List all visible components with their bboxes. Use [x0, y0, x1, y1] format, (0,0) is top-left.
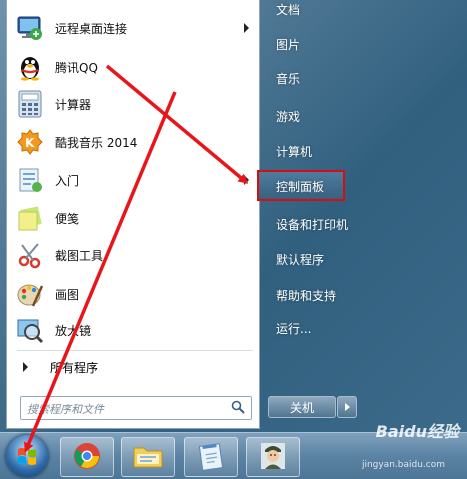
- program-label: 酷我音乐 2014: [55, 135, 138, 150]
- paint-icon: [15, 279, 45, 309]
- taskbar-file-explorer[interactable]: [121, 437, 175, 477]
- taskbar-chrome[interactable]: [60, 437, 114, 477]
- search-icon[interactable]: [231, 400, 245, 417]
- link-computer[interactable]: 计算机: [264, 139, 464, 163]
- link-default-programs[interactable]: 默认程序: [264, 247, 464, 271]
- file-explorer-icon: [132, 442, 164, 473]
- program-getting-started[interactable]: 入门: [7, 162, 259, 198]
- taskbar-avatar-app[interactable]: [246, 437, 300, 477]
- search-placeholder: 搜索程序和文件: [27, 403, 104, 416]
- program-label: 入门: [55, 173, 80, 188]
- link-documents[interactable]: 文档: [264, 0, 464, 21]
- link-pictures[interactable]: 图片: [264, 32, 464, 56]
- character-avatar-icon: [258, 441, 288, 474]
- program-magnifier[interactable]: 放大镜: [7, 312, 259, 348]
- sticky-notes-icon: [15, 203, 45, 233]
- magnifier-icon: [15, 315, 45, 345]
- notepad-icon: [197, 441, 225, 474]
- program-label: 画图: [55, 287, 80, 302]
- start-menu: 远程桌面连接 腾讯QQ 计算器 K 酷我音乐 2014 入门 便笺 截图工具 画…: [0, 0, 467, 432]
- divider: [17, 350, 253, 351]
- program-label: 计算器: [55, 97, 92, 112]
- program-remote-desktop[interactable]: 远程桌面连接: [7, 10, 259, 46]
- programs-pane: 远程桌面连接 腾讯QQ 计算器 K 酷我音乐 2014 入门 便笺 截图工具 画…: [6, 0, 260, 429]
- triangle-right-icon: [23, 362, 28, 372]
- link-run[interactable]: 运行...: [264, 316, 464, 340]
- getting-started-icon: [15, 165, 45, 195]
- search-box[interactable]: 搜索程序和文件: [20, 396, 252, 420]
- link-music[interactable]: 音乐: [264, 66, 464, 90]
- windows-orb-icon[interactable]: [6, 435, 48, 477]
- program-label: 放大镜: [55, 323, 92, 338]
- program-label: 截图工具: [55, 248, 104, 263]
- kuwo-music-icon: K: [15, 127, 45, 157]
- program-kuwo[interactable]: K 酷我音乐 2014: [7, 124, 259, 160]
- shutdown-button[interactable]: 关机: [268, 396, 336, 418]
- link-devices-printers[interactable]: 设备和打印机: [264, 212, 464, 236]
- program-sticky-notes[interactable]: 便笺: [7, 200, 259, 236]
- program-snipping-tool[interactable]: 截图工具: [7, 237, 259, 273]
- svg-text:K: K: [25, 136, 35, 150]
- watermark-brand: Baidu经验: [375, 422, 459, 441]
- submenu-arrow-icon[interactable]: [244, 175, 249, 185]
- taskbar-notepad[interactable]: [184, 437, 238, 477]
- program-label: 远程桌面连接: [55, 21, 128, 36]
- all-programs-label: 所有程序: [50, 360, 99, 375]
- watermark-url: jingyan.baidu.com: [361, 460, 445, 470]
- program-paint[interactable]: 画图: [7, 276, 259, 312]
- submenu-arrow-icon[interactable]: [244, 23, 249, 33]
- program-calculator[interactable]: 计算器: [7, 86, 259, 122]
- program-label: 腾讯QQ: [55, 60, 98, 75]
- link-games[interactable]: 游戏: [264, 104, 464, 128]
- program-label: 便笺: [55, 211, 80, 226]
- remote-desktop-icon: [15, 13, 45, 43]
- shutdown-options-button[interactable]: [337, 396, 357, 418]
- snipping-tool-icon: [15, 240, 45, 270]
- link-control-panel[interactable]: 控制面板: [264, 174, 464, 198]
- qq-penguin-icon: [15, 52, 45, 82]
- program-qq[interactable]: 腾讯QQ: [7, 49, 259, 85]
- calculator-icon: [15, 89, 45, 119]
- all-programs-button[interactable]: 所有程序: [7, 356, 259, 378]
- chrome-icon: [72, 441, 102, 474]
- shutdown-label: 关机: [289, 400, 314, 415]
- link-help-support[interactable]: 帮助和支持: [264, 283, 464, 307]
